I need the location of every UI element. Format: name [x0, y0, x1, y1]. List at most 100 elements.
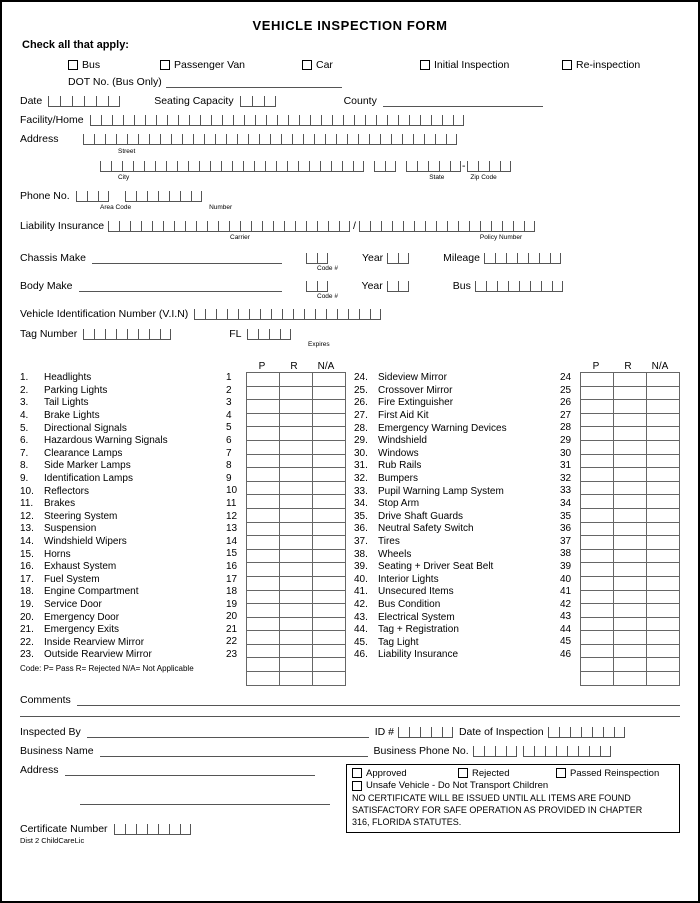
- cell-rejected[interactable]: [279, 643, 313, 659]
- cell-not-applicable[interactable]: [646, 467, 680, 482]
- cell-rejected[interactable]: [279, 562, 313, 577]
- checkbox-re-inspection[interactable]: Re-inspection: [562, 59, 640, 71]
- cell-pass[interactable]: [580, 562, 614, 577]
- checkbox-icon[interactable]: [556, 768, 566, 779]
- cell-rejected[interactable]: [613, 412, 647, 428]
- cell-pass[interactable]: [246, 494, 280, 509]
- cell-rejected[interactable]: [279, 399, 313, 414]
- cell-not-applicable[interactable]: [312, 575, 346, 591]
- address-zip4-input[interactable]: [466, 161, 511, 172]
- cell-not-applicable[interactable]: [646, 630, 680, 645]
- cell-not-applicable[interactable]: [312, 372, 346, 387]
- cell-pass[interactable]: [580, 372, 614, 387]
- cell-not-applicable[interactable]: [646, 603, 680, 618]
- checklist-grid-left[interactable]: [246, 372, 346, 686]
- checkbox-initial-inspection[interactable]: Initial Inspection: [420, 59, 562, 71]
- dot-number-input[interactable]: [165, 76, 342, 88]
- cell-not-applicable[interactable]: [646, 657, 680, 673]
- mileage-input[interactable]: [483, 253, 561, 264]
- address-zip-input[interactable]: [406, 161, 461, 172]
- cell-rejected[interactable]: [613, 494, 647, 509]
- cell-pass[interactable]: [580, 630, 614, 645]
- cell-rejected[interactable]: [279, 426, 313, 441]
- facility-home-input[interactable]: [89, 115, 464, 126]
- phone-number-input[interactable]: [124, 191, 202, 202]
- cell-pass[interactable]: [246, 589, 280, 605]
- cell-not-applicable[interactable]: [646, 535, 680, 550]
- cell-pass[interactable]: [580, 507, 614, 523]
- cell-not-applicable[interactable]: [312, 657, 346, 673]
- cell-rejected[interactable]: [613, 671, 647, 686]
- id-number-input[interactable]: [397, 726, 453, 738]
- business-name-input[interactable]: [99, 745, 368, 757]
- cell-pass[interactable]: [580, 453, 614, 469]
- checkbox-icon[interactable]: [562, 60, 572, 70]
- cell-not-applicable[interactable]: [312, 507, 346, 523]
- cell-rejected[interactable]: [279, 535, 313, 550]
- checkbox-car[interactable]: Car: [302, 59, 420, 71]
- cell-not-applicable[interactable]: [646, 562, 680, 577]
- address-city-input[interactable]: [100, 161, 364, 172]
- cell-not-applicable[interactable]: [312, 453, 346, 469]
- cell-pass[interactable]: [246, 480, 280, 496]
- cell-pass[interactable]: [246, 630, 280, 645]
- cell-not-applicable[interactable]: [312, 412, 346, 428]
- cell-not-applicable[interactable]: [646, 521, 680, 537]
- checkbox-unsafe-vehicle[interactable]: Unsafe Vehicle - Do Not Transport Childr…: [352, 780, 548, 792]
- cell-rejected[interactable]: [613, 439, 647, 455]
- cell-pass[interactable]: [246, 616, 280, 632]
- cell-rejected[interactable]: [279, 480, 313, 496]
- cell-not-applicable[interactable]: [646, 671, 680, 686]
- chassis-code-input[interactable]: [305, 253, 328, 264]
- cell-pass[interactable]: [580, 603, 614, 618]
- cell-rejected[interactable]: [279, 575, 313, 591]
- cell-pass[interactable]: [246, 399, 280, 414]
- cell-rejected[interactable]: [613, 467, 647, 482]
- cell-pass[interactable]: [246, 562, 280, 577]
- cell-pass[interactable]: [580, 616, 614, 632]
- cell-pass[interactable]: [580, 399, 614, 414]
- cell-not-applicable[interactable]: [646, 575, 680, 591]
- cell-rejected[interactable]: [613, 643, 647, 659]
- checkbox-icon[interactable]: [352, 768, 362, 779]
- cell-not-applicable[interactable]: [646, 372, 680, 387]
- comments-input-line1[interactable]: [76, 694, 680, 706]
- tag-number-input[interactable]: [83, 329, 172, 340]
- cell-pass[interactable]: [580, 439, 614, 455]
- chassis-make-input[interactable]: [91, 252, 282, 264]
- cell-not-applicable[interactable]: [312, 562, 346, 577]
- cell-pass[interactable]: [580, 535, 614, 550]
- cell-not-applicable[interactable]: [646, 616, 680, 632]
- cell-not-applicable[interactable]: [312, 643, 346, 659]
- cell-not-applicable[interactable]: [646, 426, 680, 441]
- tag-expires-input[interactable]: [247, 329, 292, 340]
- cell-rejected[interactable]: [279, 439, 313, 455]
- chassis-year-input[interactable]: [387, 253, 410, 264]
- cell-rejected[interactable]: [613, 426, 647, 441]
- cell-pass[interactable]: [580, 480, 614, 496]
- cell-pass[interactable]: [580, 426, 614, 441]
- cell-pass[interactable]: [580, 671, 614, 686]
- cell-not-applicable[interactable]: [312, 548, 346, 564]
- checkbox-icon[interactable]: [420, 60, 430, 70]
- cell-rejected[interactable]: [613, 589, 647, 605]
- business-address-input-line1[interactable]: [64, 764, 315, 776]
- cell-pass[interactable]: [246, 426, 280, 441]
- cell-not-applicable[interactable]: [312, 521, 346, 537]
- cell-rejected[interactable]: [613, 399, 647, 414]
- cell-rejected[interactable]: [613, 480, 647, 496]
- cell-not-applicable[interactable]: [646, 385, 680, 401]
- cell-rejected[interactable]: [613, 616, 647, 632]
- cell-rejected[interactable]: [613, 453, 647, 469]
- address-street-input[interactable]: [82, 134, 457, 145]
- seating-capacity-input[interactable]: [239, 96, 276, 107]
- cell-pass[interactable]: [246, 412, 280, 428]
- inspected-by-input[interactable]: [86, 726, 369, 738]
- cell-rejected[interactable]: [279, 548, 313, 564]
- cell-pass[interactable]: [246, 439, 280, 455]
- checkbox-rejected[interactable]: Rejected: [458, 768, 556, 780]
- checklist-grid-right[interactable]: [580, 372, 680, 686]
- cell-pass[interactable]: [580, 494, 614, 509]
- cell-rejected[interactable]: [613, 535, 647, 550]
- cell-pass[interactable]: [580, 589, 614, 605]
